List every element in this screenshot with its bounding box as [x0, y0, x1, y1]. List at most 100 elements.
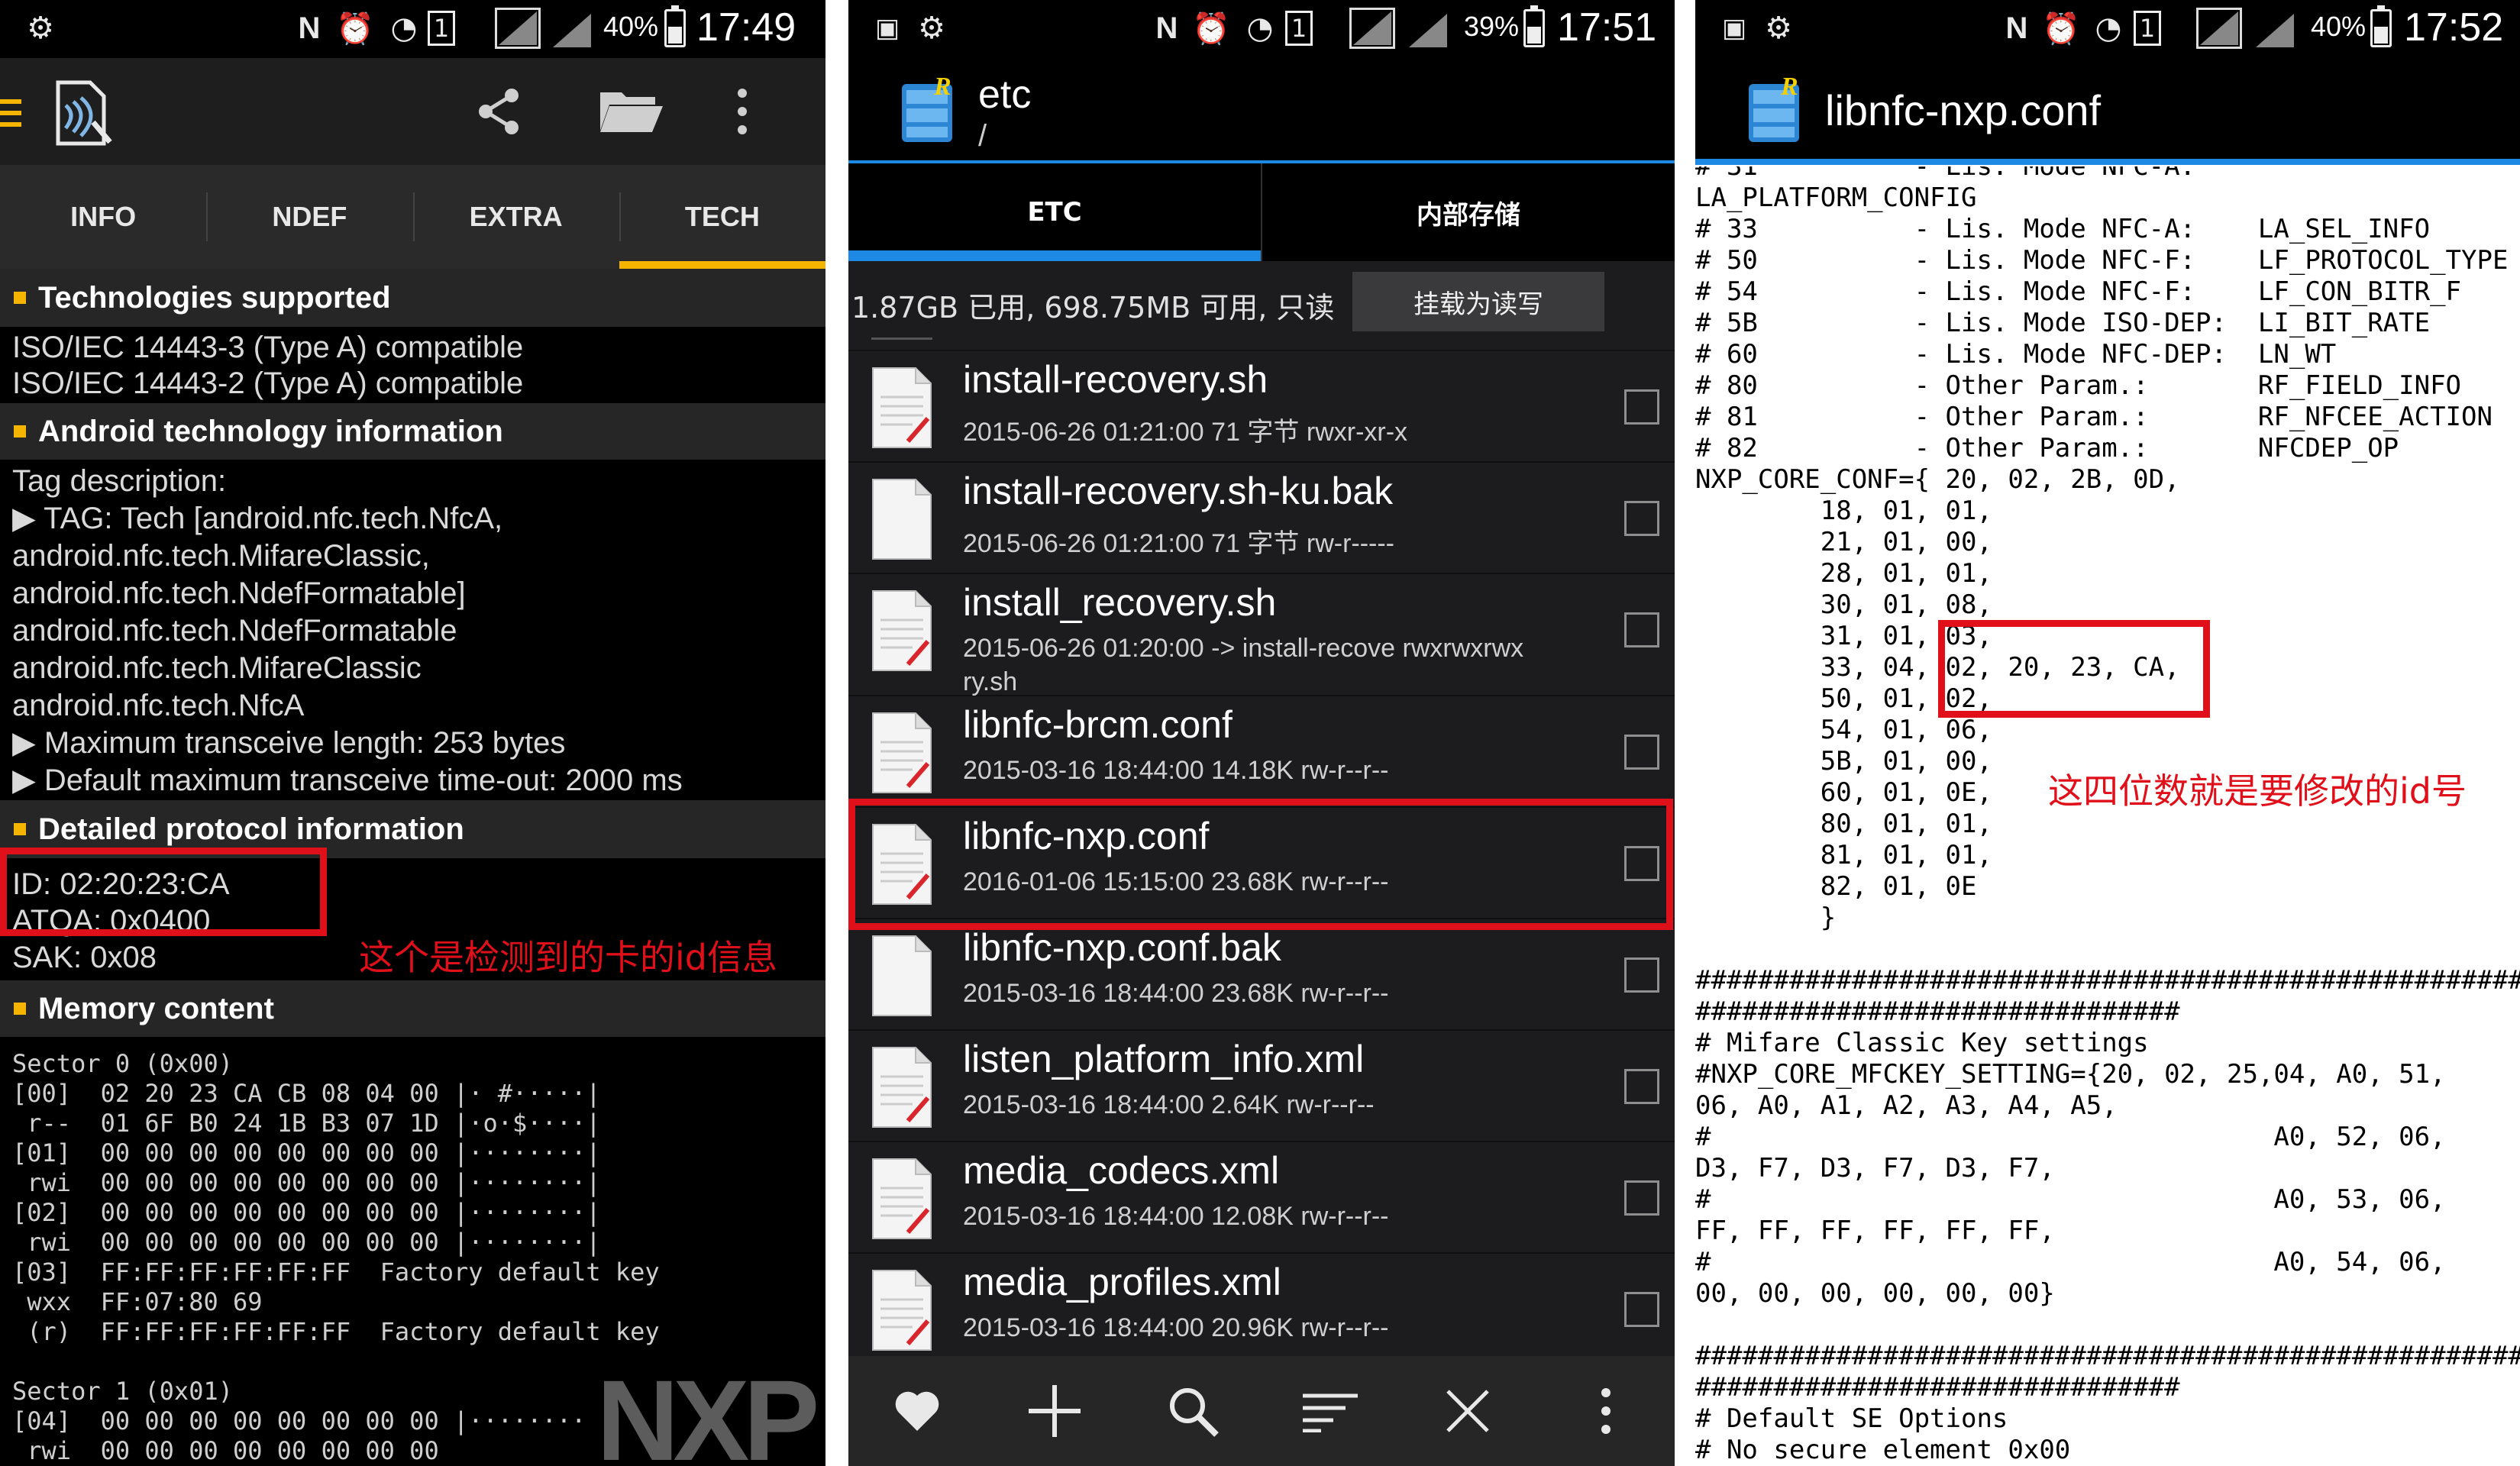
file-meta: 2015-06-26 01:21:00 71 字节 rwxr-xr-x	[963, 418, 1408, 447]
file-manager-screen: ▣ ⚙ N ⏰ ◔ 1 39% 17:51 R etc / ETC 内部存储 1…	[848, 0, 1675, 1466]
tab-internal-storage[interactable]: 内部存储	[1261, 163, 1675, 261]
select-checkbox[interactable]	[1624, 735, 1659, 770]
signal-icon	[2196, 8, 2242, 49]
nfc-tools-logo-icon	[56, 80, 112, 146]
list-item[interactable]: media_profiles.xml 2015-03-16 18:44:00 2…	[848, 1254, 1675, 1356]
info-line: ▶ TAG: Tech [android.nfc.tech.NfcA,	[12, 502, 503, 535]
select-checkbox[interactable]	[1624, 1069, 1659, 1104]
root-explorer-logo-icon[interactable]: R	[1746, 76, 1807, 145]
file-name: install-recovery.sh-ku.bak	[963, 470, 1394, 512]
file-meta: 2015-03-16 18:44:00 14.18K rw-r--r--	[963, 756, 1389, 785]
tab-extra[interactable]: EXTRA	[412, 165, 619, 269]
file-script-icon	[872, 590, 932, 671]
info-line: ▶ Maximum transceive length: 253 bytes	[12, 726, 566, 760]
info-line: android.nfc.tech.NdefFormatable	[12, 614, 457, 647]
nfc-tools-screen: ⚙ N ⏰ ◔ 1 40% 17:49 INFO NDEF EXTRA TECH	[0, 0, 825, 1466]
list-item[interactable]: listen_platform_info.xml 2015-03-16 18:4…	[848, 1031, 1675, 1142]
bottom-action-bar	[848, 1356, 1675, 1466]
section-header-technologies: Technologies supported	[0, 269, 825, 327]
list-item[interactable]: install_recovery.sh 2015-06-26 01:20:00 …	[848, 574, 1675, 696]
section-title: Detailed protocol information	[38, 812, 464, 846]
file-script-icon	[872, 367, 932, 448]
more-icon[interactable]	[1572, 1377, 1640, 1445]
menu-icon[interactable]	[0, 99, 21, 127]
tab-tech[interactable]: TECH	[619, 165, 825, 269]
info-line: android.nfc.tech.MifareClassic,	[12, 539, 430, 573]
file-name: listen_platform_info.xml	[963, 1038, 1365, 1080]
file-script-icon	[872, 712, 932, 793]
list-item[interactable]: libnfc-nxp.conf.bak 2015-03-16 18:44:00 …	[848, 919, 1675, 1031]
android-tech-info: Tag description: ▶ TAG: Tech [android.nf…	[0, 460, 825, 800]
file-meta: 2015-03-16 18:44:00 23.68K rw-r--r--	[963, 979, 1389, 1008]
mount-rw-button[interactable]: 挂载为读写	[1352, 272, 1604, 331]
folder-title: etc	[978, 73, 1032, 117]
info-line: Tag description:	[12, 464, 227, 498]
heart-icon[interactable]	[883, 1377, 951, 1445]
list-item[interactable]: media_codecs.xml 2015-03-16 18:44:00 12.…	[848, 1142, 1675, 1254]
select-checkbox[interactable]	[1624, 612, 1659, 647]
search-icon[interactable]	[1158, 1377, 1227, 1445]
tab-ndef[interactable]: NDEF	[206, 165, 412, 269]
share-icon[interactable]	[464, 81, 533, 142]
list-item[interactable]: install-recovery.sh-ku.bak 2015-06-26 01…	[848, 463, 1675, 574]
list-item[interactable]: install-recovery.sh 2015-06-26 01:21:00 …	[848, 351, 1675, 463]
id-bytes-highlight-box	[1938, 620, 2210, 718]
file-name: media_profiles.xml	[963, 1261, 1281, 1303]
list-item[interactable]: libnfc-brcm.conf 2015-03-16 18:44:00 14.…	[848, 696, 1675, 808]
svg-text:R: R	[1780, 76, 1798, 101]
tech-line: ISO/IEC 14443-2 (Type A) compatible	[12, 366, 524, 400]
sort-icon[interactable]	[1296, 1377, 1365, 1445]
id-highlight-box	[0, 848, 327, 936]
sim-icon: 1	[1285, 11, 1313, 46]
file-highlight-box	[848, 799, 1673, 930]
file-blank-icon	[872, 479, 932, 560]
tech-line: ISO/IEC 14443-3 (Type A) compatible	[12, 331, 524, 364]
file-title: libnfc-nxp.conf	[1825, 86, 2102, 134]
app-header: R etc /	[848, 58, 1675, 160]
section-header-android: Android technology information	[0, 403, 825, 460]
nfc-icon: N	[298, 11, 321, 45]
nfc-icon: N	[2005, 11, 2028, 45]
wifi-icon: ◔	[390, 11, 418, 46]
file-meta-continued: ry.sh	[963, 667, 1018, 696]
settings-gear-icon: ⚙	[27, 11, 54, 46]
file-content[interactable]: # 31 - Lis. Mode NFC-A: LA_PLATFORM_CONF…	[1695, 166, 2520, 1466]
status-bar: ⚙ N ⏰ ◔ 1 40% 17:49	[0, 0, 825, 58]
alarm-icon: ⏰	[1192, 11, 1230, 47]
status-bar: ▣ ⚙ N ⏰ ◔ 1 39% 17:51	[848, 0, 1675, 58]
nfc-icon: N	[1155, 11, 1178, 45]
sim-icon: 1	[2134, 11, 2161, 46]
info-line: android.nfc.tech.NfcA	[12, 689, 305, 722]
signal-2-icon	[2250, 8, 2295, 49]
folder-open-icon[interactable]	[597, 81, 666, 142]
select-checkbox[interactable]	[1624, 501, 1659, 536]
nxp-watermark: NXP	[596, 1374, 819, 1466]
file-name: install-recovery.sh	[963, 358, 1268, 401]
config-text: # 31 - Lis. Mode NFC-A: LA_PLATFORM_CONF…	[1695, 166, 2520, 1465]
select-checkbox[interactable]	[1624, 1292, 1659, 1327]
tab-etc[interactable]: ETC	[848, 163, 1261, 261]
select-checkbox[interactable]	[1624, 1180, 1659, 1216]
signal-2-icon	[1403, 8, 1449, 49]
select-checkbox[interactable]	[1624, 957, 1659, 993]
select-checkbox[interactable]	[1624, 389, 1659, 425]
settings-gear-icon: ⚙	[918, 11, 945, 46]
file-blank-icon	[872, 935, 932, 1016]
storage-bar: 1.87GB 已用, 698.75MB 可用, 只读 挂载为读写	[848, 261, 1675, 351]
section-title: Technologies supported	[38, 280, 391, 315]
section-title: Android technology information	[38, 414, 503, 448]
tab-info[interactable]: INFO	[0, 165, 206, 269]
overflow-menu-icon[interactable]	[727, 81, 758, 142]
status-bar: ▣ ⚙ N ⏰ ◔ 1 40% 17:52	[1695, 0, 2520, 58]
root-explorer-logo-icon[interactable]: R	[899, 76, 960, 145]
bullet-icon	[14, 823, 26, 835]
file-name: install_recovery.sh	[963, 581, 1277, 624]
close-icon[interactable]	[1433, 1377, 1502, 1445]
file-name: media_codecs.xml	[963, 1149, 1280, 1192]
plus-icon[interactable]	[1020, 1377, 1089, 1445]
section-title: Memory content	[38, 991, 274, 1025]
file-script-icon	[872, 1047, 932, 1128]
file-meta: 2015-03-16 18:44:00 2.64K rw-r--r--	[963, 1090, 1375, 1119]
divider	[871, 337, 932, 340]
file-name: libnfc-nxp.conf.bak	[963, 926, 1281, 969]
